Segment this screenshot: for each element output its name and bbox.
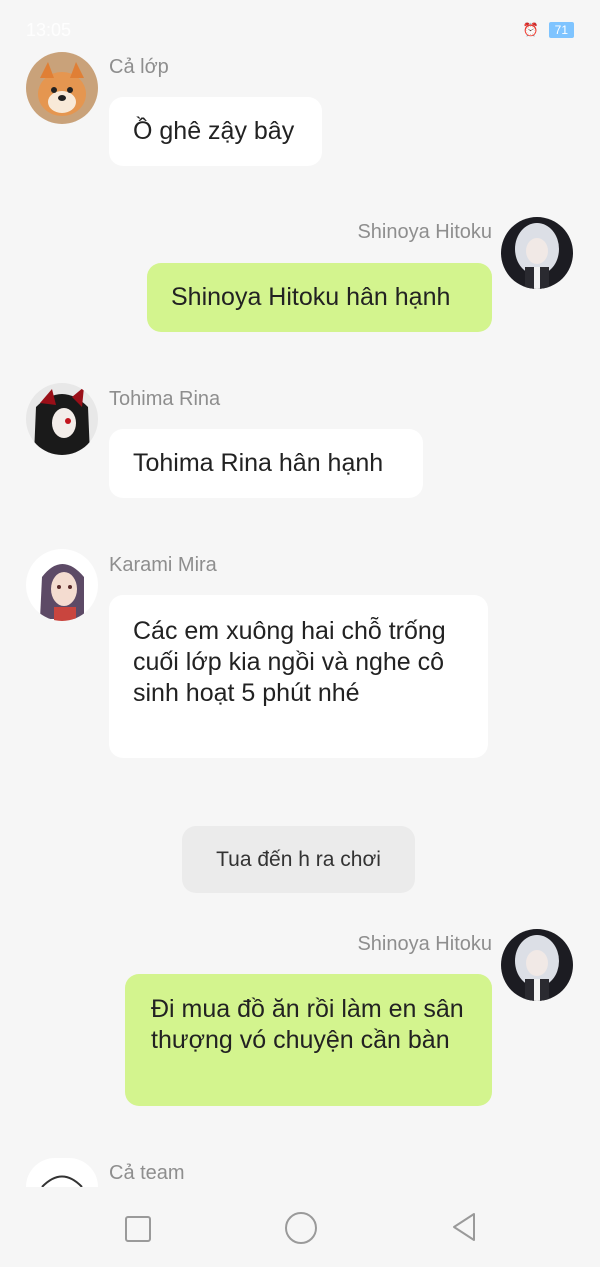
navigation-bar [0, 1187, 600, 1267]
avatar-karami[interactable] [26, 549, 98, 621]
message-text: Các em xuông hai chỗ trống cuối lớp kia … [133, 617, 446, 707]
alarm-icon: ⏰ [522, 22, 539, 37]
sender-name: Shinoya Hitoku [357, 221, 492, 243]
message-bubble[interactable]: Shinoya Hitoku hân hạnh [147, 263, 492, 332]
message-text: Ồ ghê zậy bây [133, 117, 295, 145]
sender-name: Cả team [109, 1162, 185, 1184]
system-message: Tua đến h ra chơi [182, 826, 415, 893]
message-text: Đi mua đồ ăn rồi làm en sân thượng vó ch… [151, 995, 464, 1054]
system-message-text: Tua đến h ra chơi [216, 847, 381, 871]
message-bubble[interactable]: Ồ ghê zậy bây [109, 97, 322, 166]
circle-icon[interactable] [285, 1212, 317, 1244]
sender-name: Tohima Rina [109, 388, 221, 410]
battery-icon: 71 [548, 22, 574, 38]
message-bubble[interactable]: Các em xuông hai chỗ trống cuối lớp kia … [109, 595, 488, 758]
sender-name: Karami Mira [109, 554, 217, 576]
message-text: Tohima Rina hân hạnh [133, 449, 384, 477]
status-bar: 13:05 ⏰ 71 [0, 0, 600, 60]
avatar-tohima[interactable] [26, 383, 98, 455]
avatar-shinoya[interactable] [501, 217, 573, 289]
message-text: Shinoya Hitoku hân hạnh [171, 283, 451, 311]
message-bubble[interactable]: Tohima Rina hân hạnh [109, 429, 423, 498]
avatar-ca-team[interactable] [26, 1158, 98, 1187]
sender-name: Cả lớp [109, 56, 169, 78]
triangle-back-icon[interactable] [450, 1212, 478, 1242]
message-bubble[interactable]: Đi mua đồ ăn rồi làm en sân thượng vó ch… [125, 974, 492, 1106]
status-icons: ⏰ 71 [522, 22, 574, 38]
sender-name: Shinoya Hitoku [357, 933, 492, 955]
status-time: 13:05 [26, 20, 72, 40]
square-icon[interactable] [125, 1216, 151, 1242]
avatar-shiba[interactable] [26, 52, 98, 124]
avatar-shinoya[interactable] [501, 929, 573, 1001]
